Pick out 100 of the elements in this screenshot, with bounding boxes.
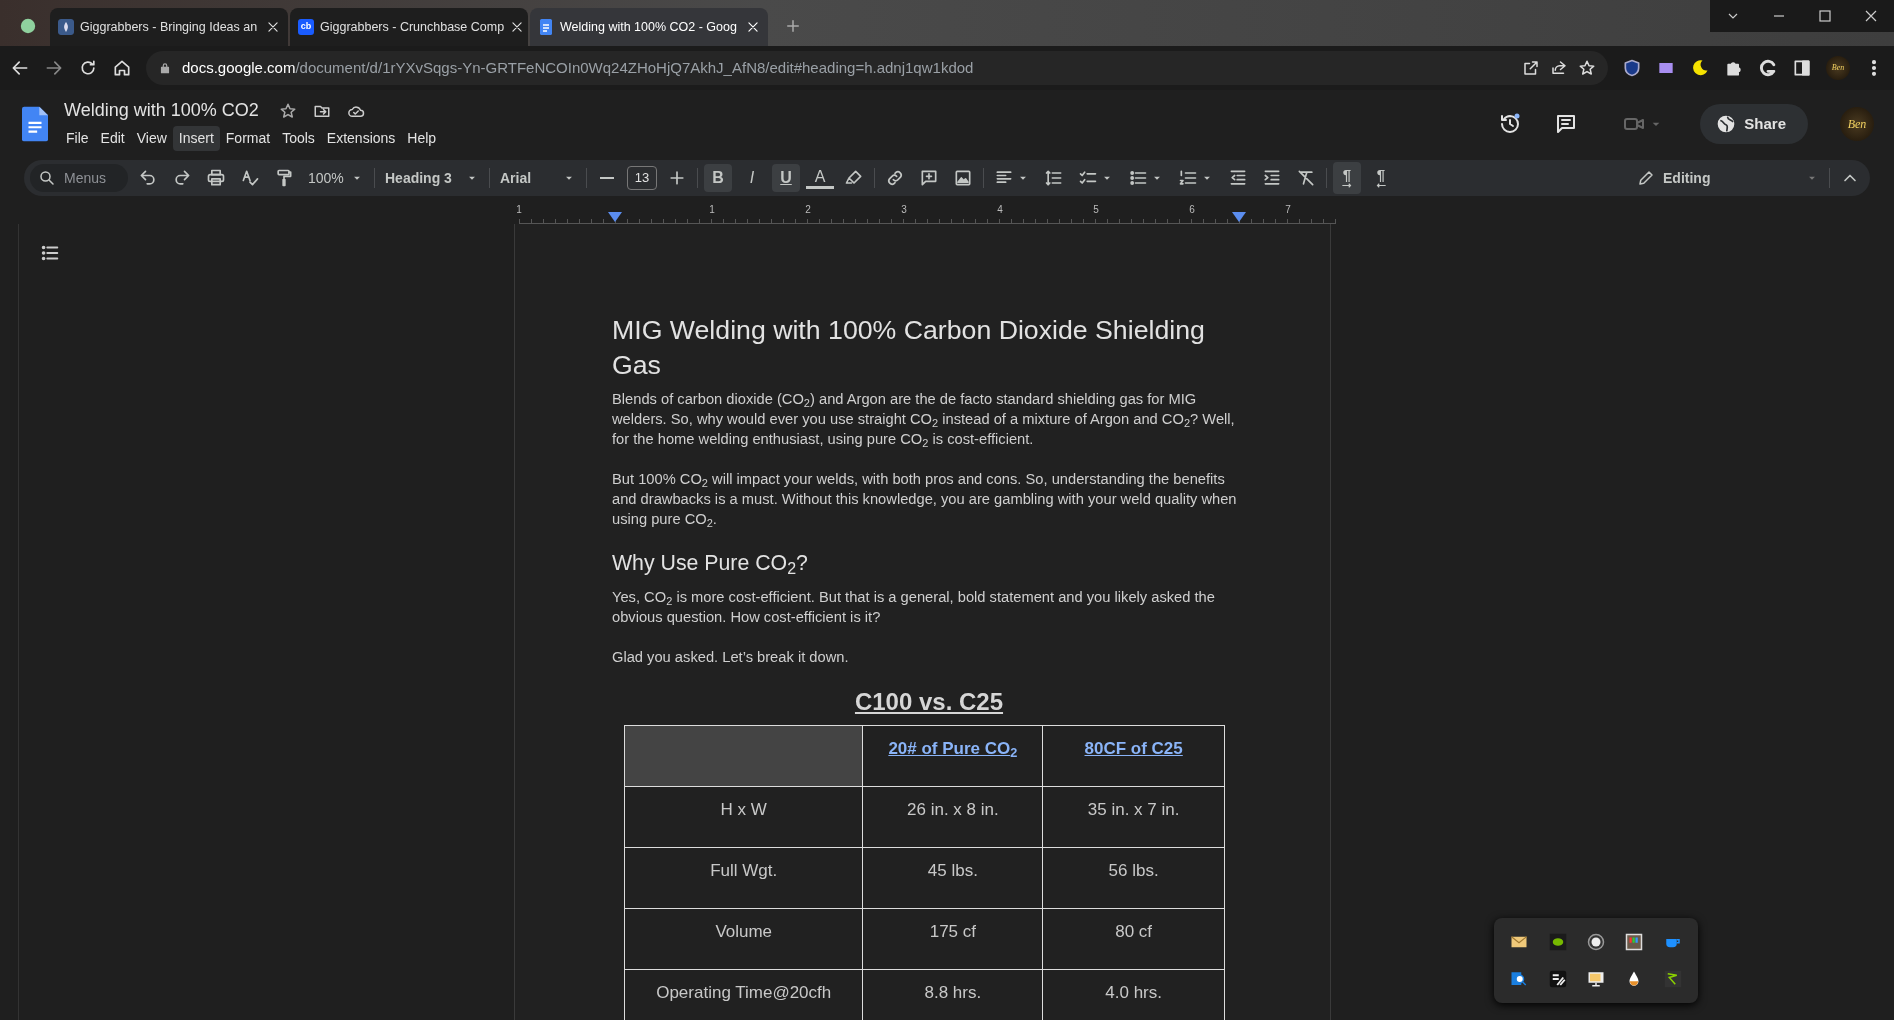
- address-bar[interactable]: docs.google.com/document/d/1rYXvSqgs-Yn-GRTFeNCOIn0Wq24ZHoHjQ7AkhJ_AfN8/edit#heading=h.adnj1qw1kdod: [146, 51, 1608, 85]
- table-cell: Operating Time@20cfh: [624, 969, 863, 1020]
- indent-marker-icon[interactable]: [608, 212, 622, 222]
- ruler-number: 1: [516, 203, 522, 217]
- print-icon: [206, 168, 226, 188]
- status-dot-icon: [20, 18, 36, 34]
- paragraph: Yes, CO$_{2}$ is more cost-efficient. But that is a general, bold statement and you likely asked the obvious question. How cost-efficient is it?: [612, 588, 1216, 627]
- editing-mode-dropdown[interactable]: Editing: [1633, 164, 1823, 192]
- paragraph: But 100% CO$_{2}$ will impact your welds, with both pros and cons. So, understanding the benefits and drawbacks is a must. Without this knowledge, you are gambling with your weld quality when using pure CO$_{2}$.: [612, 470, 1238, 529]
- chip-icon[interactable]: [1548, 933, 1567, 952]
- tab-title: Giggrabbers - Bringing Ideas an: [80, 18, 259, 36]
- link-icon: [885, 168, 905, 188]
- font-dropdown[interactable]: Arial: [496, 164, 580, 192]
- docs-logo-icon[interactable]: [22, 106, 48, 142]
- shield-icon[interactable]: [1622, 58, 1642, 78]
- browser-tab[interactable]: Giggrabbers - Bringing Ideas an: [50, 8, 288, 46]
- globe-icon: [1716, 114, 1737, 134]
- open-external-icon[interactable]: [1522, 58, 1540, 78]
- ruler-number: 3: [901, 203, 907, 217]
- knob-icon[interactable]: [1587, 933, 1605, 952]
- menu-item[interactable]: Insert: [172, 126, 220, 151]
- clear-formatting-icon: [1296, 168, 1316, 188]
- tab-title: Giggrabbers - Crunchbase Comp: [320, 18, 505, 36]
- close-icon[interactable]: [266, 20, 280, 34]
- indent-marker-icon[interactable]: [1232, 212, 1246, 222]
- back-icon[interactable]: [10, 58, 30, 78]
- menu-item[interactable]: Edit: [94, 126, 131, 151]
- section-heading: Why Use Pure CO$_{2}$?: [612, 550, 809, 577]
- document-title[interactable]: Welding with 100% CO2: [60, 97, 263, 124]
- redo-icon: [172, 168, 192, 188]
- add-comment-icon: [919, 168, 939, 188]
- menu-item[interactable]: Help: [401, 126, 443, 151]
- menu-search-field[interactable]: Menus: [30, 164, 128, 192]
- pencil-icon: [1637, 168, 1655, 188]
- magnifier-icon[interactable]: [1510, 969, 1529, 988]
- search-input[interactable]: Menus: [62, 166, 116, 190]
- image-icon: [953, 168, 973, 188]
- ruler-number: 4: [997, 203, 1003, 217]
- menu-item[interactable]: Tools: [276, 126, 321, 151]
- table-cell: 80 cf: [1042, 908, 1225, 970]
- close-icon[interactable]: [510, 20, 525, 34]
- ring-icon[interactable]: [1758, 58, 1778, 78]
- menu-item[interactable]: Format: [219, 126, 277, 151]
- search-icon: [38, 168, 56, 188]
- color-bars-icon[interactable]: [1625, 933, 1644, 952]
- arrow-icon: [1374, 181, 1388, 189]
- document-heading: MIG Welding with 100% Carbon Dioxide Shielding Gas: [612, 314, 1206, 382]
- tab-favicon: cb: [298, 19, 314, 35]
- undo-icon: [138, 168, 158, 188]
- decrease-indent-icon: [1228, 168, 1248, 188]
- tile-icon[interactable]: [1663, 969, 1682, 988]
- menu-item[interactable]: File: [60, 126, 95, 151]
- table-cell: 35 in. x 7 in.: [1042, 786, 1225, 848]
- column-link[interactable]: 80CF of C25: [1084, 739, 1183, 758]
- forward-icon[interactable]: [44, 58, 64, 78]
- text-direction-button[interactable]: ¶: [1367, 162, 1395, 194]
- table-cell: 26 in. x 8 in.: [862, 786, 1043, 848]
- share-button[interactable]: Share: [1700, 104, 1808, 144]
- text-direction-button[interactable]: ¶: [1333, 162, 1361, 194]
- monitor-icon[interactable]: [1587, 969, 1605, 988]
- underline-button[interactable]: U: [772, 164, 800, 192]
- menu-item[interactable]: View: [130, 126, 173, 151]
- font-size-field[interactable]: 13: [627, 166, 657, 190]
- table-cell: 175 cf: [862, 908, 1043, 970]
- line-spacing-icon: [1044, 168, 1064, 188]
- table-cell: Full Wgt.: [624, 847, 863, 909]
- increase-indent-icon: [1262, 168, 1282, 188]
- profile-avatar[interactable]: Ben: [1826, 56, 1850, 80]
- home-icon[interactable]: [112, 58, 132, 78]
- profile-avatar[interactable]: Ben: [1840, 107, 1874, 141]
- ruler-number: 6: [1189, 203, 1195, 217]
- bulleted-list-icon: [1128, 168, 1148, 188]
- paint-format-icon: [274, 168, 294, 188]
- paragraph: Blends of carbon dioxide (CO$_{2}$) and Argon are the de facto standard shielding gas for MIG welders. So, why would ever you use straight CO$_{2}$ instead of a mixture of Argon and CO$_{2}$? Well, for the home welding enthusiast, using pure CO$_{2}$ is cost-efficient.: [612, 390, 1236, 449]
- arrow-icon: [1340, 181, 1354, 189]
- zoom-dropdown[interactable]: 100%: [304, 164, 368, 192]
- ruler-number: 7: [1285, 203, 1291, 217]
- bold-button[interactable]: B: [704, 164, 732, 192]
- table-cell: Volume: [624, 908, 863, 970]
- style-dropdown[interactable]: Heading 3: [381, 164, 483, 192]
- color-button[interactable]: A: [806, 167, 834, 189]
- document-icon: [538, 19, 554, 35]
- browser-tab[interactable]: Welding with 100% CO2 - Goog: [530, 8, 768, 46]
- paragraph: Glad you asked. Let’s break it down.: [612, 648, 850, 667]
- menu-item[interactable]: Extensions: [320, 126, 402, 151]
- app-tile-icon[interactable]: [1548, 969, 1567, 988]
- site-logo-icon: [58, 19, 74, 35]
- close-icon[interactable]: [746, 20, 760, 34]
- browser-tab[interactable]: cb Giggrabbers - Crunchbase Comp: [290, 8, 528, 46]
- spellcheck-icon: [240, 168, 260, 188]
- reload-icon[interactable]: [78, 58, 98, 78]
- italic-button[interactable]: I: [738, 164, 766, 192]
- side-panel-icon[interactable]: [1792, 58, 1812, 78]
- table-title: C100 vs. C25: [853, 687, 1005, 717]
- tab-title: Welding with 100% CO2 - Goog: [560, 18, 738, 36]
- moon-icon[interactable]: [1690, 58, 1710, 78]
- ruler-number: 5: [1093, 203, 1099, 217]
- ruler-number: 2: [805, 203, 811, 217]
- table-cell: H x W: [624, 786, 863, 848]
- star-icon[interactable]: [1578, 58, 1596, 78]
